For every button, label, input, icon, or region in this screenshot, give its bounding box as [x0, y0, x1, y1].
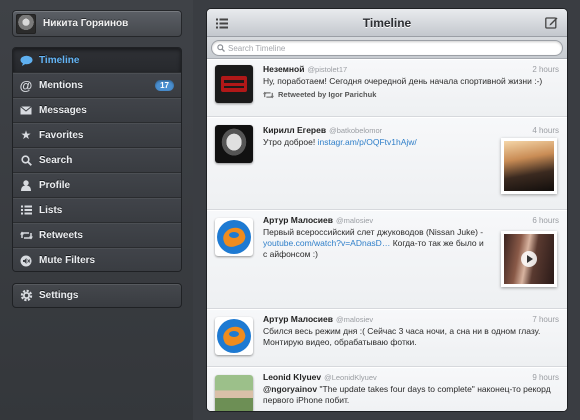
search-icon	[217, 44, 225, 52]
play-icon	[521, 251, 537, 267]
tweet-link[interactable]: youtube.com/watch?v=ADnasD…	[263, 238, 390, 248]
tweet-text: Сбился весь режим дня :( Сейчас 3 часа н…	[263, 326, 541, 347]
search-bar	[207, 37, 567, 59]
settings-button[interactable]: Settings	[12, 283, 182, 308]
tweet-time: 7 hours	[532, 315, 559, 324]
tweet-link[interactable]: instagr.am/p/OQFtv1hAjw/	[318, 137, 417, 147]
nav-menu: Timeline @ Mentions 17 Messages ★ Favori…	[12, 47, 182, 272]
sidebar-item-label: Search	[39, 154, 73, 166]
tweet-author-handle[interactable]: @malosiev	[336, 315, 373, 324]
tweet[interactable]: Leonid Klyuev @LeonidKlyuev 9 hours @ngor…	[207, 367, 567, 411]
mute-icon	[13, 255, 39, 267]
retweet-icon	[13, 231, 39, 240]
avatar[interactable]	[215, 375, 253, 411]
avatar[interactable]	[215, 65, 253, 103]
sidebar-item-messages[interactable]: Messages	[13, 98, 181, 123]
gear-icon	[13, 288, 39, 303]
search-input[interactable]	[228, 43, 539, 53]
tweet-time: 9 hours	[532, 373, 559, 382]
avatar[interactable]	[215, 125, 253, 163]
avatar[interactable]	[215, 218, 253, 256]
tweet-author-handle[interactable]: @LeonidKlyuev	[324, 373, 377, 382]
tweet-feed[interactable]: Неземной @pistolet17 2 hours Ну, поработа…	[207, 59, 567, 411]
sidebar-item-label: Mute Filters	[39, 255, 96, 266]
tweet[interactable]: Артур Малосиев @malosiev 6 hours Первый в…	[207, 210, 567, 309]
tweet-author-name[interactable]: Неземной	[263, 64, 304, 74]
tweet[interactable]: Кирилл Егерев @batkobelomor 4 hours Утро …	[207, 117, 567, 210]
sidebar-item-label: Messages	[39, 104, 87, 116]
sidebar-item-label: Timeline	[39, 54, 80, 66]
sidebar-item-mentions[interactable]: @ Mentions 17	[13, 73, 181, 98]
sidebar-item-timeline[interactable]: Timeline	[13, 48, 181, 73]
tweet-author-name[interactable]: Артур Малосиев	[263, 314, 333, 324]
search-field[interactable]	[211, 40, 563, 56]
tweet-time: 4 hours	[532, 126, 559, 135]
tweet-time: 6 hours	[532, 216, 559, 225]
settings-label: Settings	[39, 290, 79, 301]
sidebar-item-favorites[interactable]: ★ Favorites	[13, 123, 181, 148]
menu-icon[interactable]	[216, 16, 228, 34]
avatar[interactable]	[215, 317, 253, 355]
media-thumbnail[interactable]	[501, 231, 557, 287]
tweet[interactable]: Неземной @pistolet17 2 hours Ну, поработа…	[207, 59, 567, 117]
account-name: Никита Горяинов	[43, 18, 129, 29]
avatar	[16, 13, 36, 34]
tweet[interactable]: Артур Малосиев @malosiev 7 hours Сбился в…	[207, 309, 567, 367]
tweet-mention[interactable]: @ngoryainov	[263, 384, 317, 394]
tweet-author-name[interactable]: Артур Малосиев	[263, 215, 333, 225]
search-icon	[13, 154, 39, 166]
compose-icon[interactable]	[545, 16, 558, 34]
retweeted-by-label: Retweeted by Igor Parichuk	[278, 90, 377, 99]
tweet-author-name[interactable]: Кирилл Егерев	[263, 125, 326, 135]
tweet-text: Утро доброе!	[263, 137, 316, 147]
sidebar-item-lists[interactable]: Lists	[13, 198, 181, 223]
person-icon	[13, 179, 39, 191]
timeline-panel: Timeline Неземной@pistolet17 2 hours Ну,…	[206, 8, 568, 412]
tweet-author-handle[interactable]: @malosiev	[336, 216, 373, 225]
sidebar-item-label: Retweets	[39, 229, 83, 241]
sidebar-item-label: Profile	[39, 179, 71, 191]
envelope-icon	[13, 105, 39, 115]
sidebar: Никита Горяинов Timeline @ Mentions 17 M…	[0, 0, 193, 420]
sidebar-item-profile[interactable]: Profile	[13, 173, 181, 198]
tweet-text: Ну, поработаем! Сегодня очередной день н…	[263, 76, 543, 86]
sidebar-item-mute-filters[interactable]: Mute Filters	[13, 248, 181, 271]
media-thumbnail[interactable]	[501, 138, 557, 194]
account-switcher[interactable]: Никита Горяинов	[12, 10, 182, 37]
list-icon	[13, 205, 39, 215]
tweet-time: 2 hours	[532, 65, 559, 74]
tweet-author-handle[interactable]: @batkobelomor	[329, 126, 382, 135]
retweet-icon	[263, 91, 274, 98]
tweet-author-handle[interactable]: @pistolet17	[307, 65, 347, 74]
sidebar-item-label: Mentions	[39, 79, 83, 91]
top-bar: Timeline	[207, 9, 567, 37]
mentions-count-badge: 17	[155, 80, 174, 91]
sidebar-item-label: Favorites	[39, 129, 84, 141]
sidebar-item-retweets[interactable]: Retweets	[13, 223, 181, 248]
tweet-author-name[interactable]: Leonid Klyuev	[263, 372, 321, 382]
at-icon: @	[19, 77, 33, 93]
star-icon: ★	[20, 128, 32, 142]
speech-bubble-icon	[13, 55, 39, 66]
sidebar-item-label: Lists	[39, 204, 63, 216]
tweet-text: Первый всероссийский слет джуководов (Ni…	[263, 227, 484, 237]
page-title: Timeline	[362, 15, 412, 30]
sidebar-item-search[interactable]: Search	[13, 148, 181, 173]
